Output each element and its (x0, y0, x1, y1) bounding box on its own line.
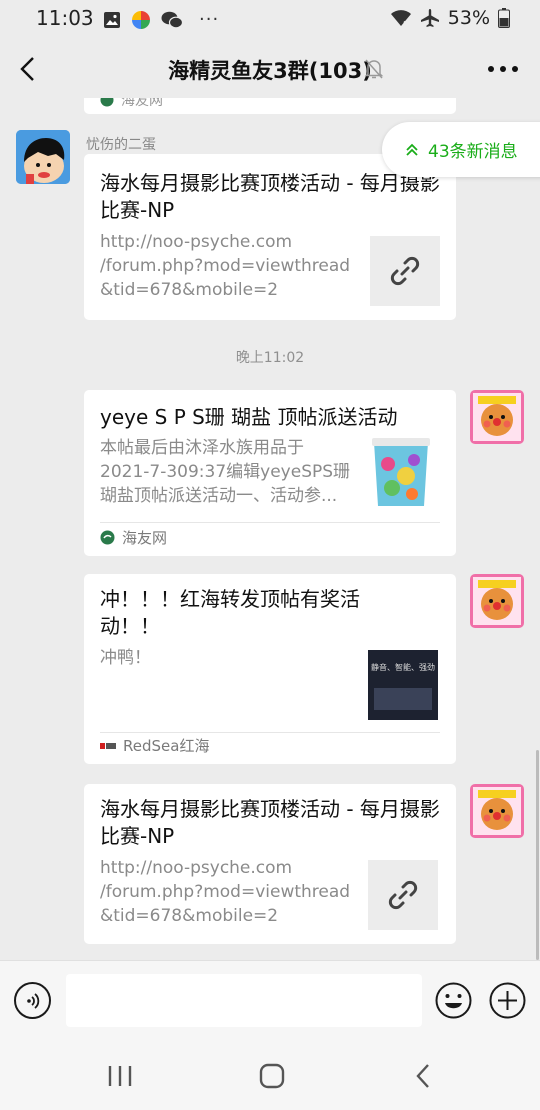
url-line: &tid=678&mobile=2 (100, 280, 279, 300)
scrollbar[interactable] (536, 750, 539, 960)
double-chevron-up-icon (406, 143, 418, 156)
wifi-icon (390, 10, 411, 26)
app-pinwheel-icon (132, 10, 150, 29)
partial-message-card[interactable]: 海友网 (84, 98, 456, 114)
thumbnail-device (374, 688, 432, 710)
redsea-logo-icon (100, 742, 116, 749)
article-thumbnail: 静音、智能、强劲 (368, 650, 438, 720)
article-message-card[interactable]: yeye S P S珊 瑚盐 顶帖派送活动 本帖最后由沐泽水族用品于 2021-… (84, 390, 456, 556)
plus-button[interactable] (489, 982, 526, 1019)
wechat-icon (161, 11, 183, 28)
card-title: yeye S P S珊 瑚盐 顶帖派送活动 (100, 405, 398, 429)
article-message-card[interactable]: 冲！！！红海转发顶帖有奖活 动！！ 冲鸭！ 静音、智能、强劲 RedSea红海 (84, 574, 456, 764)
link-thumbnail (368, 860, 438, 930)
cartoon-avatar-icon (470, 574, 524, 628)
card-description: 本帖最后由沐泽水族用品于 2021-7-309:37编辑yeyeSPS珊 瑚盐顶… (100, 436, 362, 508)
mute-indicator (364, 58, 384, 84)
back-nav-icon (416, 1064, 429, 1088)
emoji-button[interactable] (435, 982, 472, 1019)
status-right: 53% (390, 7, 510, 29)
cartoon-avatar-icon (16, 130, 70, 184)
url-line: /forum.php?mod=viewthread (100, 882, 351, 902)
chat-title: 海精灵鱼友3群(103) (168, 59, 372, 83)
status-notification-icons: ··· (103, 9, 219, 30)
card-divider (100, 732, 440, 733)
card-source-row: 海友网 (100, 527, 167, 548)
title-line: 冲！！！红海转发顶帖有奖活 (100, 587, 360, 611)
salt-bucket-image (368, 436, 434, 510)
more-dot (488, 66, 494, 72)
title-line: 动！！ (100, 614, 160, 638)
bell-off-icon (364, 59, 384, 79)
url-line: /forum.php?mod=viewthread (100, 256, 351, 276)
url-line: &tid=678&mobile=2 (100, 906, 279, 926)
cartoon-avatar-icon (470, 390, 524, 444)
card-url: http://noo-psyche.com /forum.php?mod=vie… (100, 856, 360, 928)
card-source: 海友网 (121, 98, 163, 109)
link-icon (390, 256, 420, 286)
link-message-card[interactable]: 海水每月摄影比赛顶楼活动 - 每月摄影比赛-NP http://noo-psyc… (84, 784, 456, 944)
gallery-icon (104, 11, 120, 28)
status-bar: 11:03 ··· 53% (0, 0, 540, 40)
site-logo-icon (100, 530, 115, 545)
desc-line: 本帖最后由沐泽水族用品于 (100, 438, 304, 458)
home-button[interactable] (252, 1060, 292, 1092)
avatar[interactable] (470, 784, 524, 838)
card-title: 海水每月摄影比赛顶楼活动 - 每月摄影比赛-NP (100, 797, 440, 848)
link-message-card[interactable]: 海水每月摄影比赛顶楼活动 - 每月摄影比赛-NP http://noo-psyc… (84, 154, 456, 320)
emoji-icon (435, 982, 472, 1019)
site-logo-icon (100, 98, 114, 107)
link-icon (388, 880, 418, 910)
card-title: 冲！！！红海转发顶帖有奖活 动！！ (100, 586, 440, 640)
sender-name: 忧伤的二蛋 (86, 137, 156, 153)
url-line: http://noo-psyche.com (100, 232, 293, 252)
time-separator: 晚上11:02 (235, 350, 305, 366)
voice-icon (26, 992, 39, 1009)
card-description: 冲鸭！ (100, 648, 151, 668)
desc-line: 瑚盐顶帖派送活动一、活动参... (100, 486, 338, 506)
system-nav-bar (0, 1042, 540, 1110)
battery-percent: 53% (447, 7, 490, 29)
cartoon-avatar-icon (470, 784, 524, 838)
card-divider (100, 522, 440, 523)
avatar[interactable] (16, 130, 70, 184)
plus-circle-icon (489, 982, 526, 1019)
card-source: 海友网 (122, 529, 168, 547)
card-source: RedSea红海 (123, 737, 210, 755)
recent-apps-button[interactable] (100, 1060, 140, 1092)
avatar[interactable] (470, 390, 524, 444)
back-nav-button[interactable] (403, 1060, 443, 1092)
battery-icon (498, 8, 510, 28)
more-options-button[interactable] (488, 56, 518, 82)
card-title: 海水每月摄影比赛顶楼活动 - 每月摄影比赛-NP (100, 171, 440, 222)
card-source-row: RedSea红海 (100, 735, 209, 756)
thumbnail-caption: 静音、智能、强劲 (371, 663, 435, 672)
more-dot (500, 66, 506, 72)
card-url: http://noo-psyche.com /forum.php?mod=vie… (100, 230, 360, 302)
voice-button[interactable] (14, 982, 51, 1019)
recent-apps-icon (108, 1066, 132, 1086)
more-dot (512, 66, 518, 72)
airplane-icon (420, 9, 439, 27)
link-thumbnail (370, 236, 440, 306)
status-more-icon: ··· (199, 9, 220, 30)
status-time: 11:03 (36, 6, 94, 30)
new-messages-label: 43条新消息 (428, 142, 518, 162)
new-messages-button[interactable]: 43条新消息 (382, 122, 540, 177)
avatar[interactable] (470, 574, 524, 628)
chat-header: 海精灵鱼友3群(103) (0, 40, 540, 98)
url-line: http://noo-psyche.com (100, 858, 293, 878)
home-icon (259, 1063, 285, 1089)
input-bar (0, 960, 540, 1042)
desc-line: 2021-7-309:37编辑yeyeSPS珊 (100, 462, 351, 482)
article-thumbnail (368, 436, 434, 510)
message-input[interactable] (66, 974, 422, 1027)
chat-area[interactable]: 海友网 忧伤的二蛋 海水每月摄影比赛顶楼活动 - 每月摄影比赛-NP http:… (0, 98, 540, 960)
